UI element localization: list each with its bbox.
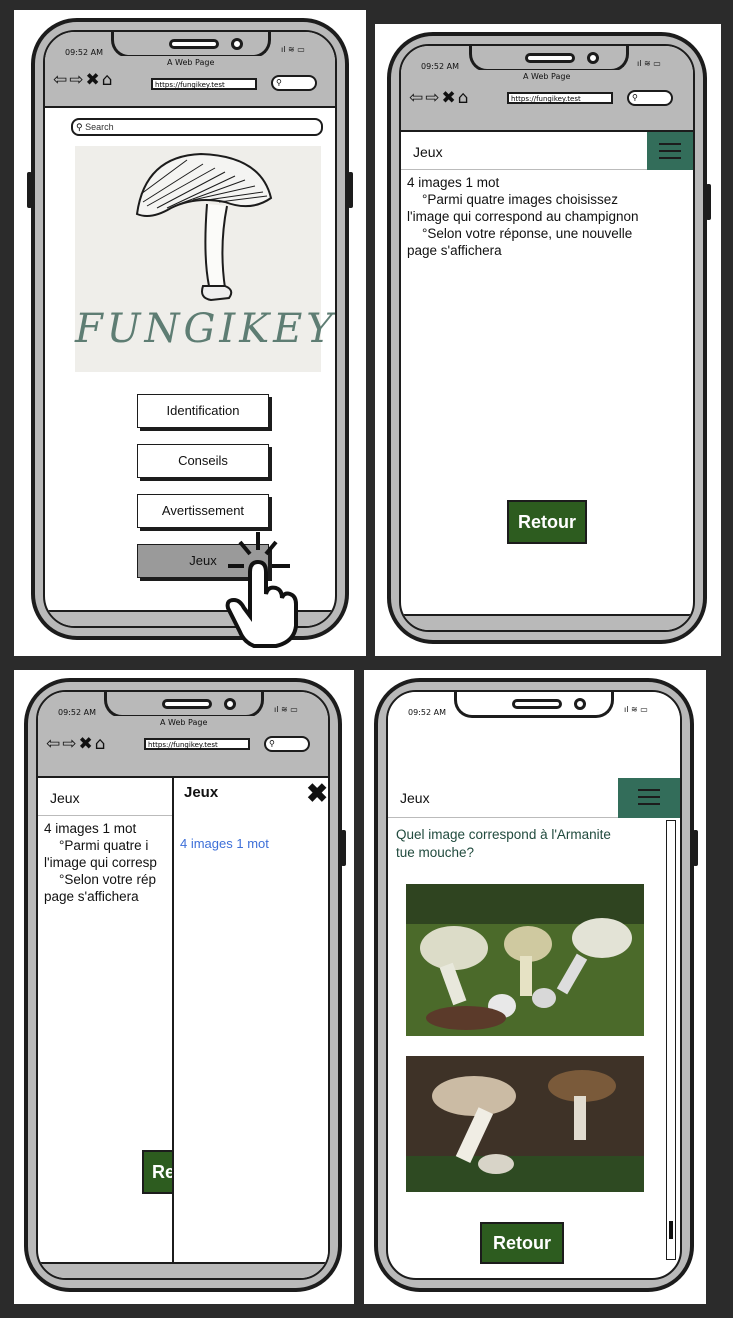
mushroom-photo-1-image: [406, 884, 644, 1036]
panel-quiz: 09:52 AM ıl ≋ ▭ Jeux Quel image correspo…: [364, 670, 706, 1304]
header-title: Jeux: [400, 790, 430, 806]
instruction-line: 4 images 1 mot: [44, 821, 137, 836]
app-header: Jeux: [388, 778, 680, 818]
browser-search[interactable]: ⚲: [271, 75, 317, 91]
browser-bar: A Web Page ⇦⇨✖⌂ https://fungikey.test ⚲: [38, 716, 328, 778]
status-icons: ıl ≋ ▭: [624, 705, 648, 714]
scrollbar[interactable]: [666, 820, 676, 1260]
bottom-bar: ⁄⁄: [38, 1262, 328, 1278]
url-field[interactable]: https://fungikey.test: [151, 78, 257, 90]
resize-grip-icon: ⁄⁄: [325, 615, 329, 625]
search-input[interactable]: ⚲ Search: [71, 118, 323, 136]
instruction-line: °Parmi quatre i: [44, 838, 149, 853]
side-button: [706, 184, 711, 220]
side-button: [341, 830, 346, 866]
phone-screen: 09:52 AM ıl ≋ ▭ Jeux Quel image correspo…: [386, 690, 682, 1280]
search-placeholder: Search: [85, 122, 114, 132]
side-button: [348, 172, 353, 208]
status-icons: ıl ≋ ▭: [637, 59, 661, 68]
browser-search[interactable]: ⚲: [627, 90, 673, 106]
camera: [224, 698, 236, 710]
instruction-line: l'image qui corresp: [44, 855, 157, 870]
speaker: [512, 699, 562, 709]
nav-icons[interactable]: ⇦⇨✖⌂: [46, 734, 108, 754]
identification-button[interactable]: Identification: [137, 394, 269, 428]
url-field[interactable]: https://fungikey.test: [507, 92, 613, 104]
instruction-line: 4 images 1 mot: [407, 175, 500, 190]
resize-grip-icon: ⁄⁄: [318, 1267, 322, 1277]
speaker: [169, 39, 219, 49]
phone-screen: 09:52 AM ıl ≋ ▭ A Web Page ⇦⇨✖⌂ https://…: [399, 44, 695, 632]
camera: [587, 52, 599, 64]
instruction-line: °Selon votre rép: [44, 872, 156, 887]
hamburger-menu-icon[interactable]: [647, 132, 693, 170]
search-icon: ⚲: [269, 739, 275, 748]
phone-frame: 09:52 AM ıl ≋ ▭ A Web Page ⇦⇨✖⌂ https://…: [24, 678, 346, 1292]
close-icon[interactable]: ✖: [306, 778, 328, 809]
url-field[interactable]: https://fungikey.test: [144, 738, 250, 750]
side-button: [27, 172, 32, 208]
panel-jeux: 09:52 AM ıl ≋ ▭ A Web Page ⇦⇨✖⌂ https://…: [375, 24, 721, 656]
browser-bar: A Web Page ⇦⇨✖⌂ https://fungikey.test ⚲: [401, 70, 693, 132]
nav-icons[interactable]: ⇦⇨✖⌂: [409, 88, 471, 108]
retour-button[interactable]: Retour: [480, 1222, 564, 1264]
drawer-link[interactable]: 4 images 1 mot: [180, 836, 269, 851]
camera: [231, 38, 243, 50]
instructions: 4 images 1 mot °Parmi quatre i l'image q…: [44, 820, 157, 905]
search-icon: ⚲: [76, 122, 83, 132]
logo-text: FUNGIKEY: [75, 306, 337, 352]
page-title: A Web Page: [523, 72, 571, 81]
header-title: Jeux: [50, 790, 80, 806]
panel-drawer: 09:52 AM ıl ≋ ▭ A Web Page ⇦⇨✖⌂ https://…: [14, 670, 354, 1304]
status-time: 09:52 AM: [408, 708, 446, 717]
mushroom-photo-2[interactable]: [406, 1056, 644, 1192]
question-text: Quel image correspond à l'Armanite tue m…: [396, 827, 611, 860]
nav-icons[interactable]: ⇦⇨✖⌂: [53, 70, 115, 90]
hamburger-menu-icon[interactable]: [618, 778, 680, 818]
page-title: A Web Page: [160, 718, 208, 727]
page-title: A Web Page: [167, 58, 215, 67]
phone-screen: 09:52 AM ıl ≋ ▭ A Web Page ⇦⇨✖⌂ https://…: [36, 690, 330, 1280]
phone-frame: 09:52 AM ıl ≋ ▭ Jeux Quel image correspo…: [374, 678, 698, 1292]
camera: [574, 698, 586, 710]
browser-search[interactable]: ⚲: [264, 736, 310, 752]
speaker: [162, 699, 212, 709]
instruction-line: page s'affichera: [407, 243, 502, 258]
instruction-line: °Selon votre réponse, une nouvelle: [407, 226, 633, 241]
mushroom-photo-1[interactable]: [406, 884, 644, 1036]
browser-bar: A Web Page ⇦⇨✖⌂ https://fungikey.test ⚲: [45, 56, 335, 108]
drawer-title: Jeux: [184, 784, 219, 801]
panel-home: 09:52 AM ıl ≋ ▭ A Web Page ⇦⇨✖⌂ https://…: [14, 10, 366, 656]
app-header: Jeux: [401, 132, 693, 170]
instructions: 4 images 1 mot °Parmi quatre images choi…: [407, 174, 638, 259]
instruction-line: page s'affichera: [44, 889, 139, 904]
retour-button[interactable]: Retour: [507, 500, 587, 544]
search-icon: ⚲: [276, 78, 282, 87]
status-icons: ıl ≋ ▭: [274, 705, 298, 714]
header-title: Jeux: [413, 144, 443, 160]
resize-grip-icon: ⁄⁄: [683, 619, 687, 629]
conseils-button[interactable]: Conseils: [137, 444, 269, 478]
side-button: [693, 830, 698, 866]
mushroom-photo-2-image: [406, 1056, 644, 1192]
instruction-line: °Parmi quatre images choisissez: [407, 192, 618, 207]
status-icons: ıl ≋ ▭: [281, 45, 305, 54]
speaker: [525, 53, 575, 63]
search-icon: ⚲: [632, 93, 638, 102]
bottom-bar: ⁄⁄: [401, 614, 693, 630]
tap-hand-icon: [225, 532, 298, 648]
scroll-thumb[interactable]: [669, 1221, 673, 1239]
instruction-line: l'image qui correspond au champignon: [407, 209, 639, 224]
phone-frame: 09:52 AM ıl ≋ ▭ A Web Page ⇦⇨✖⌂ https://…: [387, 32, 711, 644]
side-drawer: Jeux ✖ 4 images 1 mot: [172, 778, 328, 1268]
logo: FUNGIKEY: [75, 146, 337, 372]
